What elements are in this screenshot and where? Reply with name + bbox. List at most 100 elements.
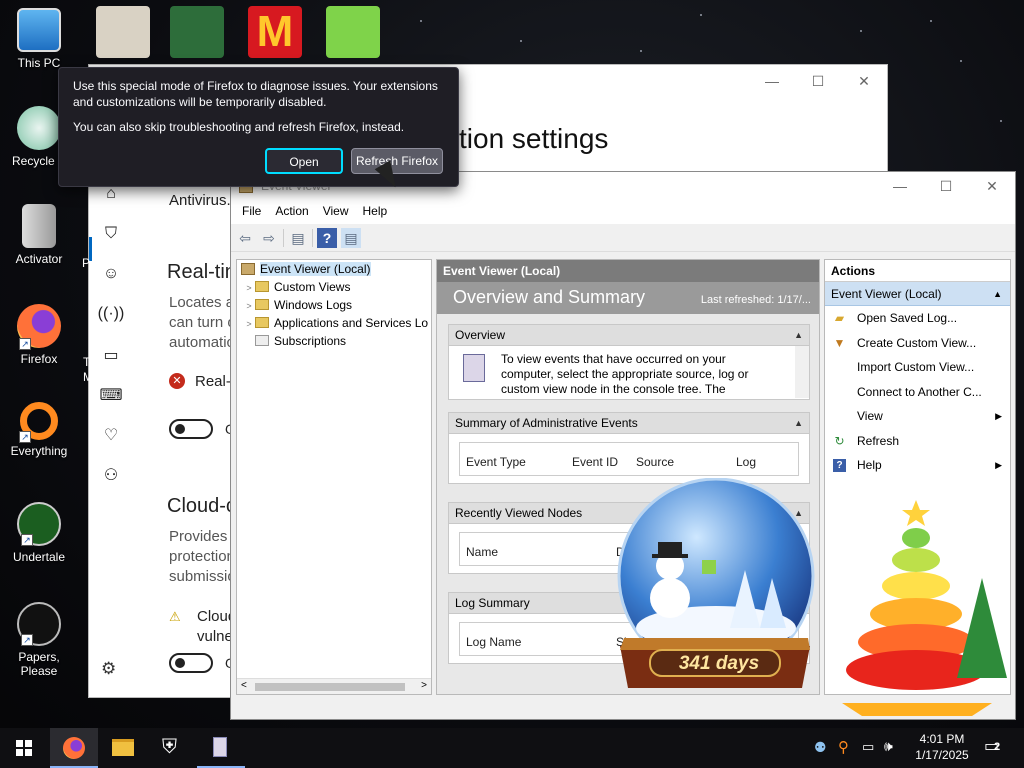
desktop-icon-app1[interactable] bbox=[96, 6, 150, 58]
minimize-icon[interactable]: — bbox=[749, 65, 795, 97]
desktop-icon-mcdonalds[interactable]: M bbox=[248, 6, 302, 58]
notification-center-button[interactable]: ▭ 2 bbox=[984, 736, 1006, 758]
column-header-source[interactable]: Source bbox=[636, 455, 674, 469]
heart-icon[interactable]: ♡ bbox=[89, 425, 133, 465]
action-help[interactable]: ? Help ▶ bbox=[825, 453, 1010, 478]
partial-label-m: M bbox=[83, 370, 93, 384]
action-create-custom-view[interactable]: ▼ Create Custom View... bbox=[825, 331, 1010, 356]
tree-horizontal-scrollbar[interactable]: < > bbox=[237, 678, 431, 694]
taskbar-event-viewer[interactable] bbox=[197, 728, 245, 768]
open-button[interactable]: Open bbox=[265, 148, 343, 174]
show-hide-tree-icon[interactable]: ▤ bbox=[288, 228, 308, 248]
desktop-icon-everything[interactable]: ↗ Everything bbox=[4, 402, 74, 458]
collapse-icon[interactable]: ▲ bbox=[794, 413, 803, 433]
taskbar-windows-security[interactable]: ⛨ bbox=[148, 728, 196, 768]
scroll-left-icon[interactable]: < bbox=[241, 680, 247, 691]
column-header-name[interactable]: Name bbox=[466, 545, 498, 559]
maximize-icon[interactable]: ☐ bbox=[923, 172, 969, 200]
expand-arrow-icon[interactable]: > bbox=[243, 315, 255, 333]
column-header-log[interactable]: Log bbox=[736, 455, 756, 469]
column-header-log-name[interactable]: Log Name bbox=[466, 635, 521, 649]
expand-arrow-icon[interactable]: > bbox=[243, 297, 255, 315]
window-controls: — ☐ ✕ bbox=[877, 172, 1015, 200]
taskbar-firefox[interactable] bbox=[50, 728, 98, 768]
column-header-event-id[interactable]: Event ID bbox=[572, 455, 618, 469]
wireless-icon[interactable]: ((·)) bbox=[89, 305, 133, 345]
action-label: Create Custom View... bbox=[857, 335, 977, 350]
desktop-icon-piggly-xmas[interactable] bbox=[326, 6, 380, 58]
action-connect-another-computer[interactable]: Connect to Another C... bbox=[825, 380, 1010, 405]
taskbar-clock[interactable]: 4:01 PM 1/17/2025 bbox=[910, 731, 974, 763]
column-header-event-type[interactable]: Event Type bbox=[466, 455, 526, 469]
desktop-icon-the-legend[interactable] bbox=[170, 6, 224, 58]
clock-time: 4:01 PM bbox=[919, 732, 965, 746]
tree-item-windows-logs[interactable]: > Windows Logs bbox=[237, 296, 431, 314]
forward-arrow-icon[interactable]: ⇨ bbox=[259, 228, 279, 248]
collapse-icon[interactable]: ▲ bbox=[794, 325, 803, 345]
tree-item-applications-services[interactable]: > Applications and Services Lo bbox=[237, 314, 431, 332]
back-arrow-icon[interactable]: ⇦ bbox=[235, 228, 255, 248]
desktop-icon-firefox[interactable]: ↗ Firefox bbox=[4, 304, 74, 366]
actions-section-header[interactable]: Event Viewer (Local) ▲ bbox=[825, 282, 1010, 306]
desktop-icon-undertale[interactable]: ↗ Undertale bbox=[4, 502, 74, 564]
network-icon[interactable]: ▭ bbox=[862, 739, 874, 755]
volume-icon[interactable]: 🕪 bbox=[884, 738, 893, 755]
laptop-icon[interactable]: ⌨ bbox=[89, 385, 133, 425]
start-button[interactable] bbox=[0, 728, 48, 768]
snow-globe-widget[interactable]: 341 days bbox=[610, 477, 825, 703]
shield-icon: ⛨ bbox=[162, 736, 177, 758]
document-icon bbox=[22, 204, 56, 248]
security-nav: ⌂ ⛉ ☺ ((·)) ▭ ⌨ ♡ ⚇ bbox=[89, 185, 133, 505]
christmas-tree-widget[interactable] bbox=[832, 498, 1022, 716]
desktop-icon-label: Undertale bbox=[12, 550, 66, 564]
settings-gear-icon[interactable]: ⚙ bbox=[101, 659, 116, 679]
overview-vertical-scrollbar[interactable] bbox=[795, 346, 809, 398]
dialog-secondary-message: You can also skip troubleshooting and re… bbox=[73, 120, 405, 134]
shield-icon[interactable]: ⛉ bbox=[89, 225, 133, 265]
desktop-icon-this-pc[interactable]: This PC bbox=[4, 8, 74, 70]
scroll-right-icon[interactable]: > bbox=[421, 680, 427, 691]
scrollbar-thumb[interactable] bbox=[255, 683, 405, 691]
minimize-icon[interactable]: — bbox=[877, 172, 923, 200]
firefox-troubleshoot-dialog: Use this special mode of Firefox to diag… bbox=[58, 67, 459, 187]
people-icon[interactable]: ⚉ bbox=[814, 739, 827, 756]
tree-item-custom-views[interactable]: > Custom Views bbox=[237, 278, 431, 296]
cloud-toggle[interactable] bbox=[169, 653, 213, 673]
action-open-saved-log[interactable]: ▰ Open Saved Log... bbox=[825, 306, 1010, 331]
menu-action[interactable]: Action bbox=[268, 200, 315, 224]
family-icon[interactable]: ⚇ bbox=[89, 465, 133, 505]
overview-panel-header[interactable]: Overview ▲ bbox=[448, 324, 810, 346]
actions-header: Actions bbox=[825, 260, 1010, 282]
realtime-toggle[interactable] bbox=[169, 419, 213, 439]
action-refresh[interactable]: ↻ Refresh bbox=[825, 429, 1010, 454]
show-hide-action-pane-icon[interactable]: ▤ bbox=[341, 227, 361, 248]
menu-help[interactable]: Help bbox=[356, 200, 395, 224]
summary-panel-header[interactable]: Summary of Administrative Events ▲ bbox=[448, 412, 810, 434]
expand-arrow-icon[interactable]: > bbox=[243, 279, 255, 297]
refresh-firefox-button[interactable]: Refresh Firefox bbox=[351, 148, 443, 174]
close-icon[interactable]: ✕ bbox=[969, 172, 1015, 200]
collapse-icon[interactable]: ▲ bbox=[993, 282, 1002, 306]
toolbar-separator bbox=[312, 228, 313, 247]
maximize-icon[interactable]: ☐ bbox=[795, 65, 841, 97]
home-icon[interactable]: ⌂ bbox=[89, 185, 133, 225]
close-icon[interactable]: ✕ bbox=[841, 65, 887, 97]
menu-file[interactable]: File bbox=[235, 200, 268, 224]
window-controls: — ☐ ✕ bbox=[749, 65, 887, 97]
desktop-icon-activator[interactable]: Activator bbox=[4, 204, 74, 266]
last-refreshed-text: Last refreshed: 1/17/... bbox=[700, 294, 811, 306]
tree-item-root[interactable]: Event Viewer (Local) bbox=[237, 260, 431, 278]
search-everything-icon[interactable]: ⚲ bbox=[838, 738, 849, 756]
help-icon[interactable]: ? bbox=[317, 227, 337, 248]
console-tree: Event Viewer (Local) > Custom Views > Wind… bbox=[236, 259, 432, 695]
menu-view[interactable]: View bbox=[316, 200, 356, 224]
action-view[interactable]: View ▶ bbox=[825, 404, 1010, 429]
person-icon[interactable]: ☺ bbox=[89, 265, 133, 305]
desktop-icon-label: This PC bbox=[17, 56, 61, 70]
taskbar-file-explorer[interactable] bbox=[99, 728, 147, 768]
tree-item-subscriptions[interactable]: Subscriptions bbox=[237, 332, 431, 350]
tree-item-label: Subscriptions bbox=[274, 334, 347, 348]
action-import-custom-view[interactable]: Import Custom View... bbox=[825, 355, 1010, 380]
app-browser-icon[interactable]: ▭ bbox=[89, 345, 133, 385]
desktop-icon-papers-please[interactable]: ↗ Papers, Please bbox=[4, 602, 74, 678]
